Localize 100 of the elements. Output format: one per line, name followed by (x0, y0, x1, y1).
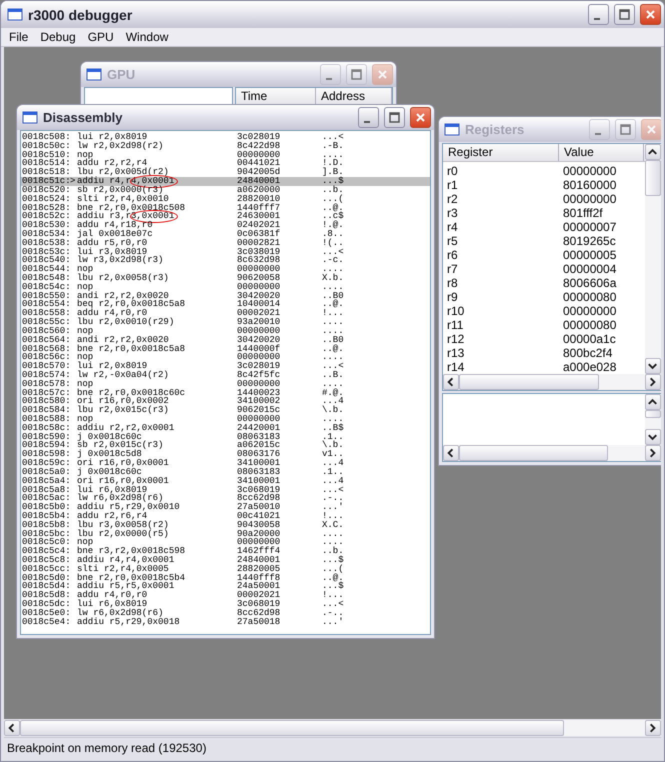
hex-word: 9042005d (237, 168, 282, 178)
code-row[interactable]: 0018c524: slti r2,r4,0x0010 28820010 ...( (21, 194, 430, 204)
maximize-button[interactable] (615, 119, 636, 140)
ascii-text: .... (322, 265, 345, 274)
maximize-button[interactable] (384, 107, 405, 128)
code-row[interactable]: 0018c58c: addiu r2,r2,0x0001 24420001 ..B$ (21, 424, 430, 433)
code-row[interactable]: 0018c5b8: lbu r3,0x0058(r2) 90430058 X.C. (21, 520, 430, 530)
scroll-right-button[interactable] (645, 445, 661, 461)
code-row[interactable]: 0018c584: lbu r2,0x015c(r3) 9062015c \.b. (21, 406, 430, 415)
vertical-scrollbar[interactable] (645, 144, 661, 374)
code-row[interactable]: 0018c53c: lui r3,0x8019 3c038019 ...< (21, 248, 430, 256)
column-header[interactable]: Register (443, 144, 559, 161)
scroll-right-button[interactable] (645, 374, 661, 390)
scroll-thumb[interactable] (459, 445, 608, 461)
code-row[interactable]: 0018c588: nop 00000000 .... (21, 415, 430, 424)
horizontal-scrollbar[interactable] (4, 720, 661, 736)
address: 0018c51c: (22, 177, 70, 186)
code-row[interactable]: 0018c574: lw r2,-0x0a04(r2) 8c42f5fc ..B. (21, 370, 430, 380)
minimize-button[interactable] (320, 64, 341, 85)
scroll-down-button[interactable] (645, 429, 661, 445)
code-row[interactable]: 0018c544: nop 00000000 .... (21, 265, 430, 274)
code-row[interactable]: 0018c554: beq r2,r0,0x0018c5a8 10400014 ..@. (21, 300, 430, 310)
code-row[interactable]: 0018c540: lw r3,0x2d98(r3) 8c632d98 .-c. (21, 256, 430, 266)
menu-item[interactable]: Debug (34, 28, 82, 46)
close-button[interactable] (410, 107, 431, 128)
instruction: addiu r5,r29,0x0010 (77, 502, 180, 512)
horizontal-scrollbar[interactable] (443, 445, 661, 461)
scroll-up-button[interactable] (645, 394, 661, 410)
vertical-scrollbar[interactable] (645, 394, 661, 445)
close-button[interactable] (640, 4, 661, 25)
code-row[interactable]: 0018c5c0: nop 00000000 .... (21, 538, 430, 548)
scroll-thumb[interactable] (645, 160, 661, 196)
scroll-thumb[interactable] (20, 720, 564, 736)
code-row[interactable]: 0018c5c4: bne r3,r2,0x0018c598 1462fff4 ..b. (21, 547, 430, 556)
minimize-button[interactable] (588, 4, 609, 25)
code-row[interactable]: 0018c5ac: lw r6,0x2d98(r6) 8cc62d98 .-.. (21, 494, 430, 504)
instruction: slti r2,r4,0x0010 (77, 194, 169, 204)
code-row[interactable]: 0018c5bc: lbu r2,0x0000(r5) 90a20000 .... (21, 530, 430, 538)
code-row[interactable]: 0018c558: addu r4,r0,r0 00002021 !... (21, 309, 430, 318)
code-row[interactable]: 0018c5a0: j 0x0018c60c 08063183 .1.. (21, 468, 430, 477)
maximize-button[interactable] (614, 4, 635, 25)
scroll-right-button[interactable] (645, 720, 661, 736)
menu-item[interactable]: GPU (82, 28, 120, 46)
code-row[interactable]: 0018c5d0: bne r2,r0,0x0018c5b4 1440fff8 ..@. (21, 574, 430, 582)
code-row[interactable]: 0018c548: lbu r2,0x0058(r3) 90620058 X.b. (21, 274, 430, 283)
scroll-left-button[interactable] (443, 374, 459, 390)
code-row[interactable]: 0018c5dc: lui r6,0x8019 3c068019 ...< (21, 600, 430, 609)
register-name: r4 (446, 220, 459, 234)
code-row[interactable]: 0018c508: lui r2,0x8019 3c028019 ...< (21, 133, 430, 142)
code-row[interactable]: 0018c564: andi r2,r2,0x0020 30420020 ..B0 (21, 336, 430, 344)
code-row[interactable]: 0018c568: bne r2,r0,0x0018c5a8 1440000f ..@. (21, 344, 430, 354)
maximize-button[interactable] (346, 64, 367, 85)
code-row[interactable]: 0018c5d8: addu r4,r0,r0 00002021 !... (21, 591, 430, 600)
code-row[interactable]: 0018c580: ori r16,r0,0x0002 34100002 ...4 (21, 397, 430, 406)
menu-item[interactable]: File (3, 28, 34, 46)
code-row[interactable]: 0018c56c: nop 00000000 .... (21, 353, 430, 362)
scroll-thumb[interactable] (645, 410, 661, 418)
scroll-thumb[interactable] (459, 374, 598, 390)
code-row[interactable]: 0018c550: andi r2,r2,0x0020 30420020 ..B0 (21, 292, 430, 300)
code-row[interactable]: 0018c5a4: ori r16,r0,0x0001 34100001 ...4 (21, 476, 430, 486)
code-row[interactable]: 0018c59c: ori r16,r0,0x0001 34100001 ...4 (21, 459, 430, 468)
scroll-left-button[interactable] (4, 720, 20, 736)
minimize-button[interactable] (589, 119, 610, 140)
code-row[interactable]: 0018c57c: bne r2,r0,0x0018c60c 14400023 #.@. (21, 388, 430, 398)
horizontal-scrollbar[interactable] (443, 374, 661, 390)
scroll-down-button[interactable] (645, 358, 661, 374)
code-row[interactable]: 0018c530: addu r4,r18,r0 02402021 !.@. (21, 221, 430, 230)
column-header[interactable]: Value (559, 144, 644, 161)
code-row[interactable]: 0018c528: bne r2,r0,0x0018c508 1440fff7 ..@. (21, 204, 430, 212)
code-row[interactable]: 0018c520: sb r2,0x0000(r3) a0620000 ..b. (21, 186, 430, 195)
code-row[interactable]: 0018c594: sb r2,0x015c(r3) a062015c \.b. (21, 441, 430, 450)
code-row[interactable]: 0018c590: j 0x0018c60c 08063183 .1.. (21, 432, 430, 442)
code-row[interactable]: 0018c50c: lw r2,0x2d98(r2) 8c422d98 .-B. (21, 142, 430, 151)
code-row[interactable]: 0018c5b0: addiu r5,r29,0x0010 27a50010 ...' (21, 503, 430, 512)
code-row[interactable]: 0018c55c: lbu r2,0x0010(r29) 93a20010 .... (21, 318, 430, 327)
scroll-left-button[interactable] (443, 445, 459, 461)
code-row[interactable]: 0018c5d4: addiu r5,r5,0x0001 24a50001 ...$ (21, 582, 430, 592)
code-row[interactable]: 0018c518: lbu r2,0x005d(r2) 9042005d ].B. (21, 168, 430, 178)
code-row[interactable]: 0018c598: j 0x0018c5d8 08063176 v1.. (21, 450, 430, 460)
menu-item[interactable]: Window (120, 28, 174, 46)
code-row[interactable]: 0018c570: lui r2,0x8019 3c028019 ...< (21, 362, 430, 371)
code-row[interactable]: 0018c54c: nop 00000000 .... (21, 282, 430, 292)
code-row[interactable]: 0018c560: nop 00000000 .... (21, 326, 430, 336)
code-row[interactable]: 0018c5c8: addiu r4,r4,0x0001 24840001 ...$ (21, 556, 430, 565)
code-row[interactable]: 0018c5cc: slti r2,r4,0x0005 28820005 ...( (21, 564, 430, 574)
code-row[interactable]: 0018c510: nop 00000000 .... (21, 150, 430, 160)
scroll-up-button[interactable] (645, 144, 661, 160)
code-row[interactable]: 0018c514: addu r2,r2,r4 00441021 !.D. (21, 159, 430, 168)
code-row[interactable]: 0018c538: addu r5,r0,r0 00002821 !(.. (21, 238, 430, 248)
minimize-button[interactable] (358, 107, 379, 128)
code-row[interactable]: 0018c5e4: addiu r5,r29,0x0018 27a50018 ...' (21, 618, 430, 626)
hex-word: 02402021 (237, 221, 282, 230)
code-row[interactable]: 0018c578: nop 00000000 .... (21, 380, 430, 389)
code-row[interactable]: 0018c534: jal 0x0018e07c 0c06381f .8.. (21, 230, 430, 239)
code-row[interactable]: 0018c5e0: lw r6,0x2d98(r6) 8cc62d98 .-.. (21, 608, 430, 618)
window-title: r3000 debugger (28, 6, 134, 22)
hex-word: 8c632d98 (237, 256, 282, 266)
code-row[interactable]: 0018c5b4: addu r2,r6,r4 00c41021 !... (21, 512, 430, 521)
code-row[interactable]: 0018c5a8: lui r6,0x8019 3c068019 ...< (21, 486, 430, 494)
maximize-icon (387, 110, 402, 125)
